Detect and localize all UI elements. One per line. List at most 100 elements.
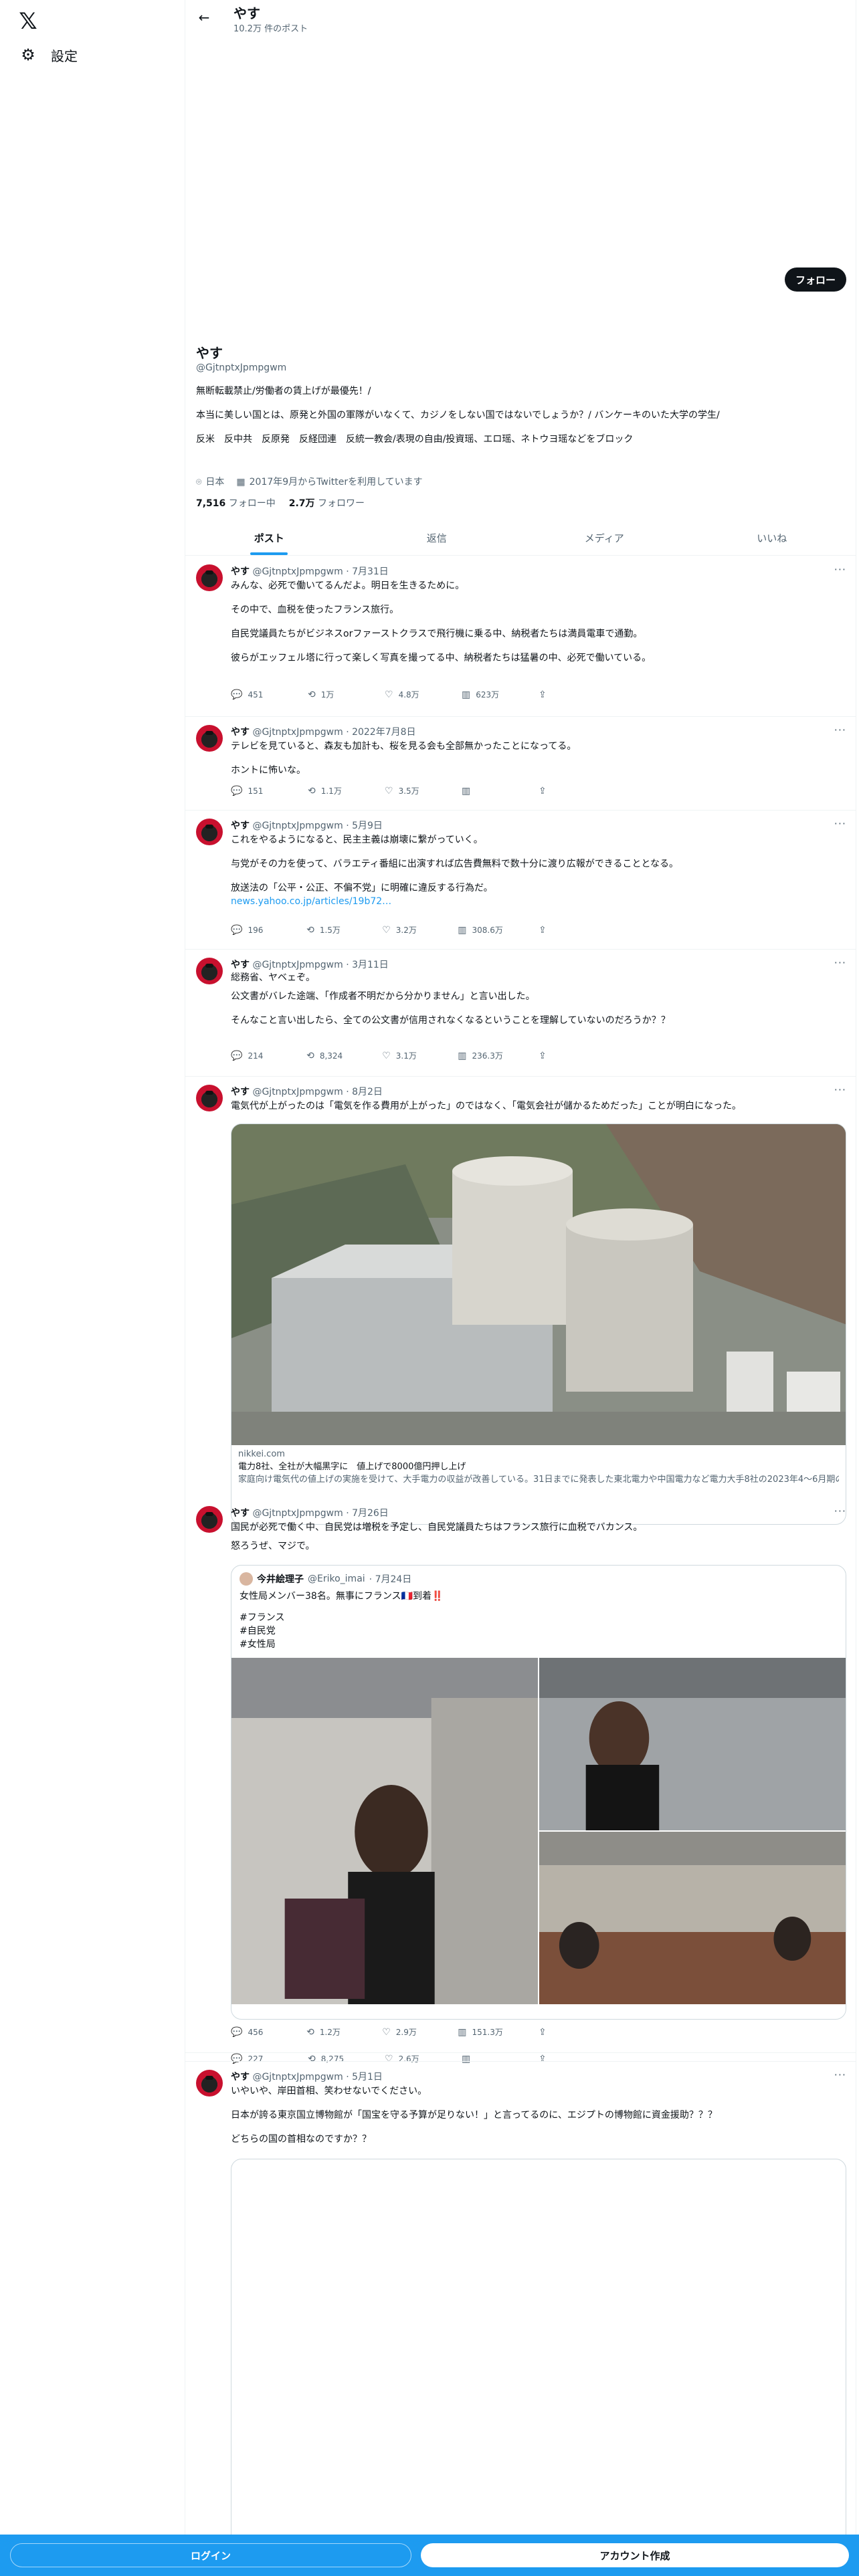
tweet[interactable]: やす @GjtnptxJpmpgwm · 3月11日 ··· 総務省、ヤベェぞ。…	[185, 950, 856, 1077]
joined-item: ▦ 2017年9月からTwitterを利用しています	[236, 475, 422, 488]
following-count: 7,516	[196, 498, 226, 509]
tweet-text-line: みんな、必死で働いてるんだよ。明日を生きるために。	[231, 580, 465, 591]
tweet-text-line: そんなこと言い出したら、全ての公文書が信用されなくなるということを理解していない…	[231, 1015, 670, 1026]
tweet-author-name[interactable]: やす	[231, 2072, 250, 2082]
tweet[interactable]: やす @GjtnptxJpmpgwm · 5月9日 ··· これをやるようになる…	[185, 811, 856, 950]
tweet[interactable]: やす @GjtnptxJpmpgwm · 5月1日 ··· いやいや、岸田首相、…	[185, 2061, 856, 2560]
signup-button[interactable]: アカウント作成	[421, 2543, 849, 2567]
tweet-text-line: その中で、血税を使ったフランス旅行。	[231, 605, 399, 615]
more-icon[interactable]: ···	[834, 1505, 846, 1517]
tweet-text-line: 公文書がバレた途端、「作成者不明だから分かりません」と言い出した。	[231, 991, 535, 1002]
reply-button[interactable]: 💬 196	[231, 924, 271, 936]
tab-posts[interactable]: ポスト	[185, 520, 353, 555]
like-button[interactable]: ♡ 4.8万	[385, 689, 425, 700]
top-bar: ← やす 10.2万 件のポスト	[185, 0, 856, 35]
like-button[interactable]: ♡ 3.1万	[382, 1050, 422, 1061]
more-icon[interactable]: ···	[834, 817, 846, 830]
card-image	[231, 1124, 846, 1445]
tweet-date[interactable]: · 5月1日	[346, 2072, 383, 2082]
following-link[interactable]: 7,516 フォロー中	[196, 496, 276, 510]
views-button[interactable]: ▥ 151.3万	[458, 2026, 503, 2038]
nav-settings[interactable]: ⚙ 設定	[11, 40, 86, 70]
tweet-author-name[interactable]: やす	[231, 566, 250, 577]
avatar[interactable]	[196, 564, 223, 591]
share-button[interactable]: ⇪	[539, 1050, 579, 1061]
like-button[interactable]: ♡ 2.9万	[382, 2026, 422, 2038]
tweet[interactable]: 💬 227 ⟲ 8,275 ♡ 2.6万 ▥ ⇪	[185, 2053, 856, 2064]
more-icon[interactable]: ···	[834, 1083, 846, 1096]
like-count: 3.1万	[395, 1051, 417, 1061]
reply-button[interactable]: 💬 451	[231, 689, 271, 700]
tab-replies[interactable]: 返信	[353, 520, 521, 555]
views-button[interactable]: ▥ 623万	[462, 689, 502, 700]
follow-button[interactable]: フォロー	[784, 267, 846, 292]
location-item: ⌾ 日本	[196, 475, 224, 488]
retweet-button[interactable]: ⟲ 1.1万	[308, 785, 348, 796]
share-button[interactable]: ⇪	[539, 785, 579, 796]
tweet-date[interactable]: · 7月31日	[346, 566, 389, 577]
tweet-author-name[interactable]: やす	[231, 1087, 250, 1097]
avatar[interactable]	[196, 2070, 223, 2097]
tweet-header: やす @GjtnptxJpmpgwm · 2022年7月8日	[231, 725, 416, 738]
tweet-author-name[interactable]: やす	[231, 1508, 250, 1519]
tweet-actions: 💬 451 ⟲ 1万 ♡ 4.8万 ▥ 623万 ⇪	[231, 689, 579, 700]
tweet-date[interactable]: · 8月2日	[346, 1087, 383, 1097]
avatar[interactable]	[196, 1506, 223, 1533]
more-icon[interactable]: ···	[834, 2068, 846, 2081]
tweet[interactable]: やす @GjtnptxJpmpgwm · 2022年7月8日 ··· テレビを見…	[185, 717, 856, 811]
tweet-date[interactable]: · 5月9日	[346, 821, 383, 831]
more-icon[interactable]: ···	[834, 724, 846, 736]
retweet-button[interactable]: ⟲ 8,324	[306, 1050, 347, 1061]
retweet-button[interactable]: ⟲ 1万	[308, 689, 348, 700]
like-button[interactable]: ♡ 3.5万	[385, 785, 425, 796]
share-button[interactable]: ⇪	[539, 689, 579, 700]
avatar[interactable]	[196, 725, 223, 752]
tweet-header: やす @GjtnptxJpmpgwm · 8月2日	[231, 1085, 383, 1098]
share-icon: ⇪	[538, 1050, 547, 1061]
share-button[interactable]: ⇪	[539, 924, 579, 936]
tweet-actions: 💬 214 ⟲ 8,324 ♡ 3.1万 ▥ 236.3万 ⇪	[231, 1050, 579, 1061]
tweet[interactable]: やす @GjtnptxJpmpgwm · 7月31日 ··· みんな、必死で働い…	[185, 556, 856, 717]
tweet-text: 電気代が上がったのは「電気を作る費用が上がった」のではなく、「電気会社が儲かるた…	[231, 1099, 840, 1113]
retweet-icon: ⟲	[308, 785, 316, 796]
followers-link[interactable]: 2.7万 フォロワー	[289, 496, 365, 510]
tweet-text-line: 与党がその力を使って、バラエティ番組に出演すれば広告費無料で数十分に渡り広報がで…	[231, 859, 679, 869]
x-logo-icon[interactable]: 𝕏	[12, 5, 44, 37]
retweet-button[interactable]: ⟲ 1.2万	[306, 2026, 347, 2038]
tweet-text: いやいや、岸田首相、笑わせないでください。 日本が誇る東京国立博物館が「国宝を守…	[231, 2084, 840, 2146]
tab-media[interactable]: メディア	[520, 520, 688, 555]
tweet-author-name[interactable]: やす	[231, 727, 250, 738]
tweet[interactable]: やす @GjtnptxJpmpgwm · 8月2日 ··· 電気代が上がったのは…	[185, 1077, 856, 1525]
quoted-tweet[interactable]: 今井絵理子 @Eriko_imai · 7月24日 女性局メンバー38名。無事に…	[231, 1565, 846, 2020]
tweet-date[interactable]: · 7月26日	[346, 1508, 389, 1519]
like-button[interactable]: ♡ 3.2万	[382, 924, 422, 936]
quote-photo[interactable]	[539, 1658, 846, 1830]
views-button[interactable]: ▥ 236.3万	[458, 1050, 503, 1061]
quote-photo[interactable]	[231, 1658, 538, 2004]
more-icon[interactable]: ···	[834, 956, 846, 969]
tweet-date[interactable]: · 2022年7月8日	[346, 727, 415, 738]
more-icon[interactable]: ···	[834, 563, 846, 576]
tweet-date[interactable]: · 3月11日	[346, 960, 389, 970]
tweet-author-name[interactable]: やす	[231, 960, 250, 970]
quote-photo[interactable]	[539, 1832, 846, 2004]
views-button[interactable]: ▥	[462, 785, 502, 796]
views-button[interactable]: ▥ 308.6万	[458, 924, 503, 936]
reply-button[interactable]: 💬 151	[231, 785, 271, 796]
avatar[interactable]	[196, 819, 223, 845]
avatar[interactable]	[196, 958, 223, 984]
retweet-button[interactable]: ⟲ 1.5万	[306, 924, 347, 936]
tweet-author-name[interactable]: やす	[231, 821, 250, 831]
link-card[interactable]: nikkei.com 電力8社、全社が大幅黒字に 値上げで8000億円押し上げ …	[231, 1123, 846, 1525]
tab-likes[interactable]: いいね	[688, 520, 856, 555]
back-arrow-icon[interactable]: ←	[195, 8, 213, 27]
tweet-link[interactable]: news.yahoo.co.jp/articles/19b72…	[231, 895, 840, 908]
nav-settings-label: 設定	[51, 47, 78, 64]
media-placeholder[interactable]	[231, 2159, 846, 2560]
login-button[interactable]: ログイン	[10, 2543, 411, 2567]
reply-button[interactable]: 💬 214	[231, 1050, 271, 1061]
avatar[interactable]	[196, 1085, 223, 1111]
tweet[interactable]: やす @GjtnptxJpmpgwm · 7月26日 ··· 国民が必死で働く中…	[185, 1498, 856, 2053]
reply-button[interactable]: 💬 456	[231, 2026, 271, 2038]
share-button[interactable]: ⇪	[539, 2026, 579, 2038]
